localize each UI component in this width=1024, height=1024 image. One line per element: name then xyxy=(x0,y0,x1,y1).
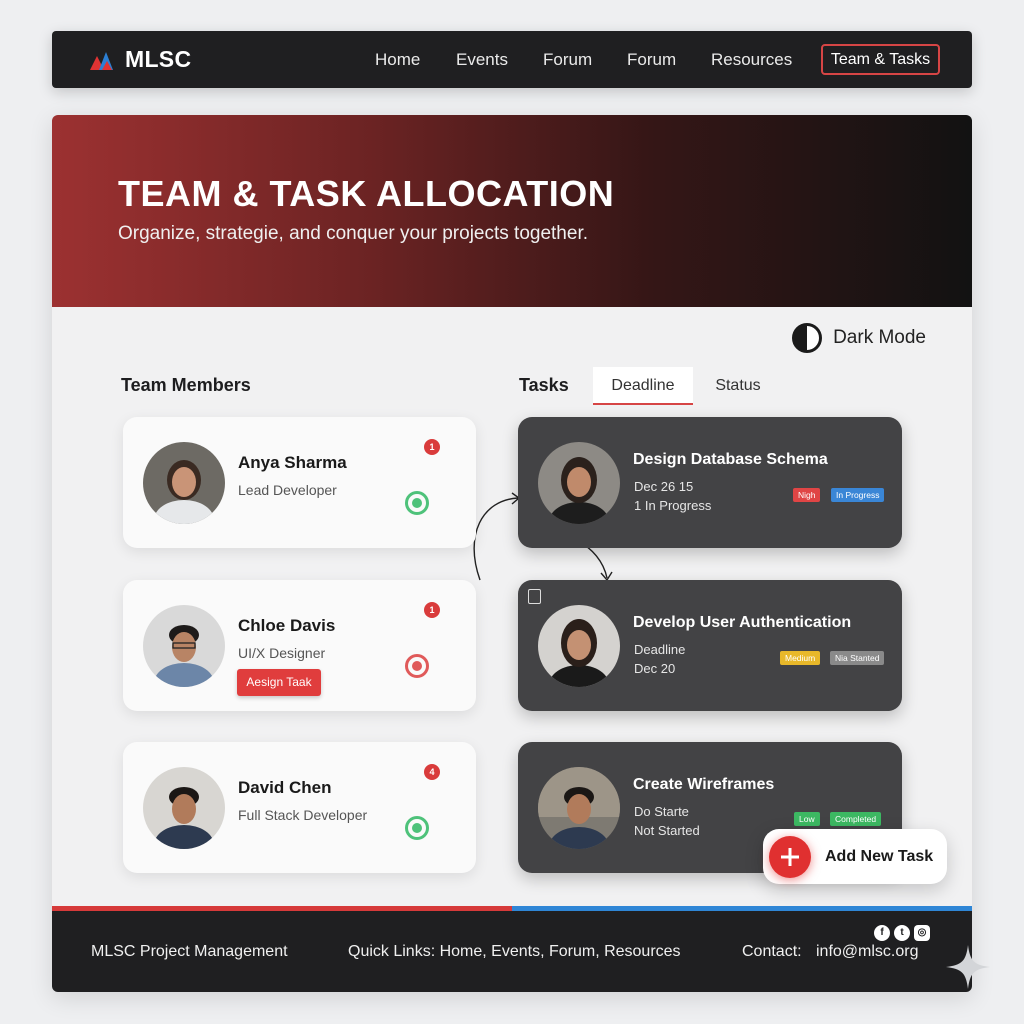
status-indicator xyxy=(405,654,429,678)
member-name: David Chen xyxy=(238,778,332,797)
task-deadline-label: Deadline xyxy=(634,642,686,657)
avatar xyxy=(538,442,620,524)
plus-icon xyxy=(769,835,811,878)
avatar xyxy=(143,605,225,687)
add-new-task-label: Add New Task xyxy=(825,847,934,865)
avatar xyxy=(538,605,620,687)
status-pill: Nia Stanted xyxy=(830,651,885,665)
task-date: Dec 20 xyxy=(634,661,676,676)
member-card[interactable]: Chloe Davis UI/X Designer Aesign Taak 1 xyxy=(123,580,476,711)
footer-quick-links[interactable]: Quick Links: Home, Events, Forum, Resour… xyxy=(348,943,681,961)
status-pill: Completed xyxy=(830,812,882,826)
nav-forum[interactable]: Forum xyxy=(543,31,592,88)
avatar xyxy=(538,767,620,849)
task-date: Do Starte xyxy=(634,804,689,819)
member-name: Anya Sharma xyxy=(238,453,347,472)
assign-task-button[interactable]: Aesign Taak xyxy=(237,669,321,696)
footer-brand: MLSC Project Management xyxy=(91,943,288,960)
add-new-task-button[interactable]: Add New Task xyxy=(763,829,947,884)
status-indicator xyxy=(405,491,429,515)
notification-badge: 1 xyxy=(424,439,440,455)
footer-email[interactable]: info@mlsc.org xyxy=(816,943,919,961)
nav-team-tasks[interactable]: Team & Tasks xyxy=(821,44,940,75)
notification-badge: 1 xyxy=(424,602,440,618)
task-status-text: 1 In Progress xyxy=(634,498,712,513)
member-name: Chloe Davis xyxy=(238,616,336,635)
priority-pill: Nigh xyxy=(793,488,821,502)
task-title: Design Database Schema xyxy=(633,451,828,468)
priority-pill: Low xyxy=(794,812,820,826)
task-card[interactable]: Design Database Schema Dec 26 15 1 In Pr… xyxy=(518,417,902,548)
sparkle-icon xyxy=(946,945,990,989)
footer-contact-label: Contact: xyxy=(742,943,802,960)
avatar xyxy=(143,767,225,849)
nav-home[interactable]: Home xyxy=(375,31,420,88)
member-role: Full Stack Developer xyxy=(238,807,368,823)
document-icon xyxy=(528,589,541,604)
task-title: Create Wireframes xyxy=(633,776,775,793)
status-pill: In Progress xyxy=(831,488,885,502)
task-date: Dec 26 15 xyxy=(634,479,694,494)
nav-forum-2[interactable]: Forum xyxy=(627,31,676,88)
avatar xyxy=(143,442,225,524)
top-nav: MLSC Home Events Forum Forum Resources T… xyxy=(52,31,972,88)
member-role: Lead Developer xyxy=(238,482,337,498)
priority-pill: Medium xyxy=(780,651,821,665)
member-card[interactable]: Anya Sharma Lead Developer 1 xyxy=(123,417,476,548)
facebook-icon[interactable]: f xyxy=(874,925,890,941)
task-card[interactable]: Develop User Authentication Deadline Dec… xyxy=(518,580,902,711)
status-indicator xyxy=(405,816,429,840)
member-role: UI/X Designer xyxy=(238,645,326,661)
task-title: Develop User Authentication xyxy=(633,614,852,631)
instagram-icon[interactable]: ◎ xyxy=(914,925,930,941)
notification-badge: 4 xyxy=(424,764,440,780)
member-card[interactable]: David Chen Full Stack Developer 4 xyxy=(123,742,476,873)
task-status-text: Not Started xyxy=(634,823,700,838)
twitter-icon[interactable]: t xyxy=(894,925,910,941)
nav-resources[interactable]: Resources xyxy=(711,31,792,88)
nav-events[interactable]: Events xyxy=(456,31,508,88)
footer: MLSC Project Management Quick Links: Hom… xyxy=(52,911,972,992)
